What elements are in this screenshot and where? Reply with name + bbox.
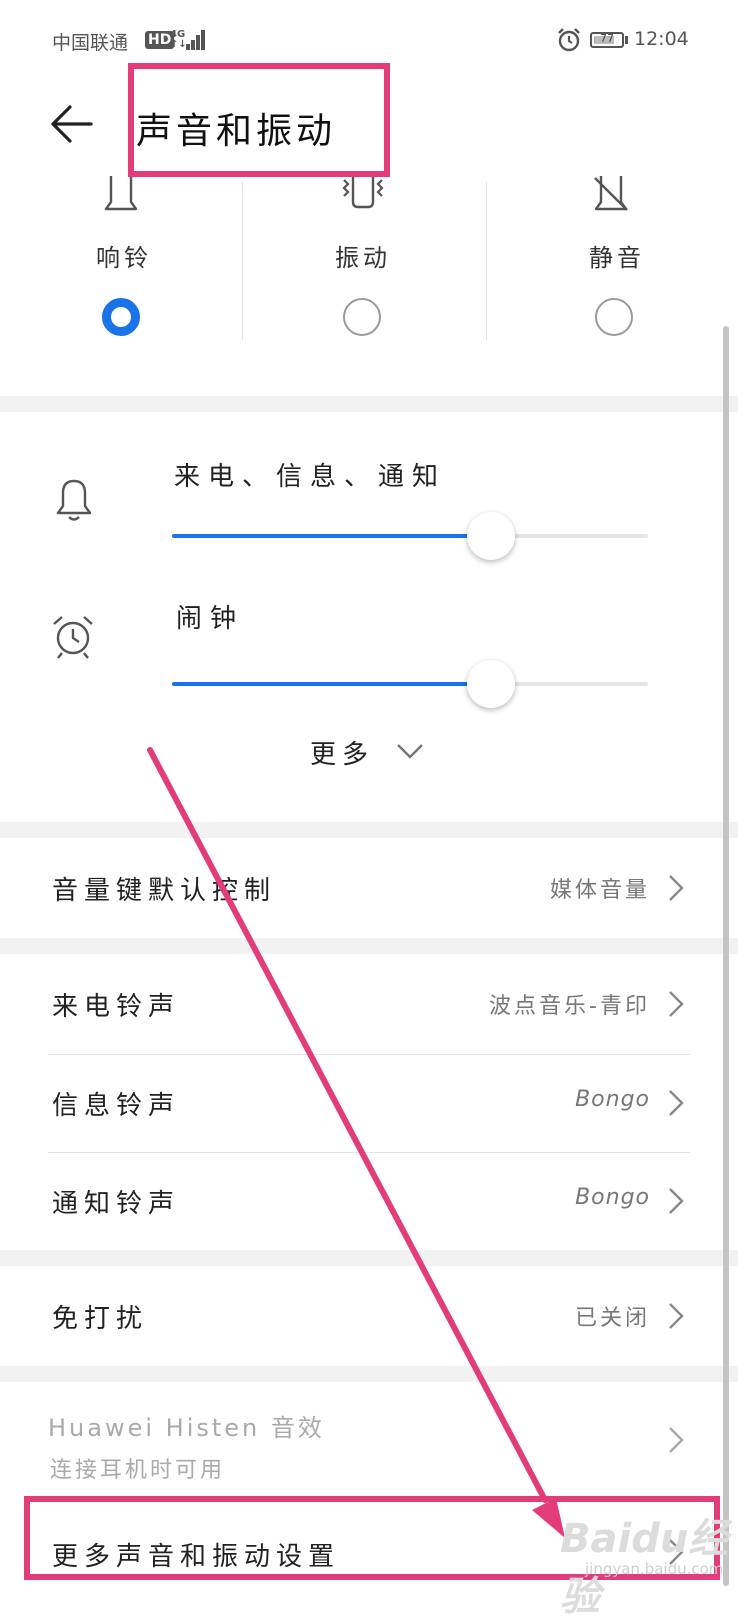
baidu-watermark-url: jingyan.baidu.com (585, 1560, 724, 1578)
annotation-arrow (147, 747, 565, 1538)
